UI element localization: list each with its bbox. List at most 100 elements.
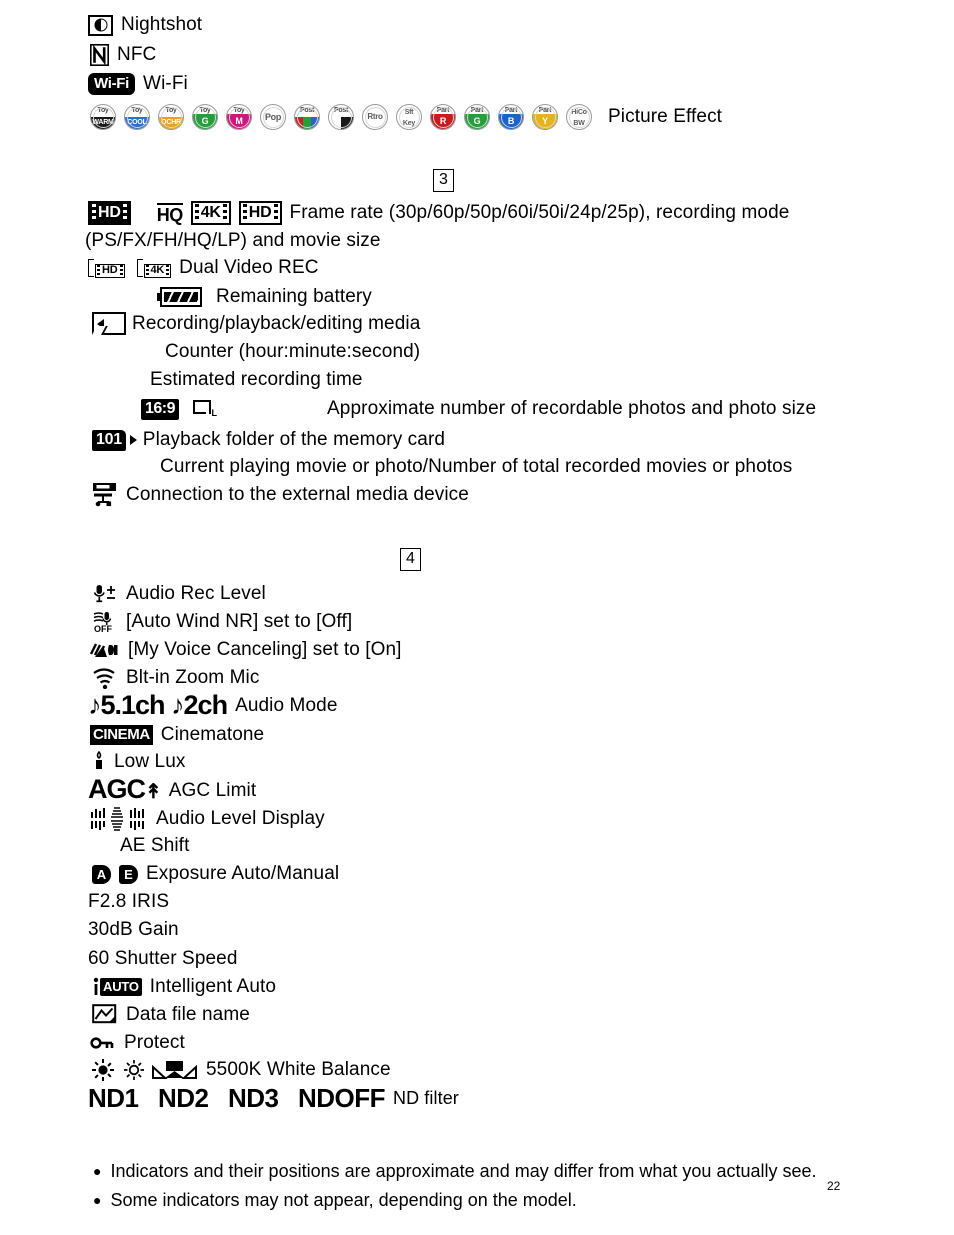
audio-mode-row: ♪5.1ch ♪2ch Audio Mode (88, 692, 337, 719)
picture-effect-chip-toy-ochre: Toy OCHR (158, 104, 184, 130)
nfc-label: NFC (117, 44, 157, 65)
exposure-auto-icon: A (92, 864, 111, 884)
ae-shift-row: AE Shift (120, 835, 189, 857)
picture-effect-chip-partial-color-blue: Part B (498, 104, 524, 130)
ndoff-value: NDOFF (297, 1083, 386, 1113)
playback-folder-row: 101 Playback folder of the memory card (92, 429, 445, 451)
nd-filter-label: ND filter (393, 1088, 459, 1108)
white-balance-label: 5500K White Balance (206, 1059, 391, 1080)
estimated-recording-time-label: Estimated recording time (150, 369, 363, 390)
ae-shift-label: AE Shift (120, 835, 190, 856)
recording-media-label: Recording/playback/editing media (132, 312, 421, 334)
auto-wind-nr-label: [Auto Wind NR] set to [Off] (126, 611, 353, 632)
frame-rate-label-line1: Frame rate (30p/60p/50p/60i/50i/24p/25p)… (289, 202, 790, 223)
indicator-row-nfc: NFC (90, 44, 156, 66)
audio-rec-level-row: Audio Rec Level (93, 583, 266, 605)
gain-label: 30dB Gain (88, 919, 179, 940)
folder-arrow-icon (129, 435, 137, 445)
audio-level-display-icon (90, 806, 148, 832)
4k-film-icon: 4K (190, 201, 231, 225)
note-item-1: ● Indicators and their positions are app… (93, 1160, 817, 1182)
note-1-text: Indicators and their positions are appro… (110, 1161, 817, 1181)
audio-rec-level-label: Audio Rec Level (126, 583, 266, 604)
intelligent-auto-i-icon (92, 977, 100, 997)
picture-effect-label: Picture Effect (608, 106, 723, 127)
remaining-battery-row: Remaining battery (157, 286, 372, 308)
note-2-text: Some indicators may not appear, dependin… (110, 1190, 577, 1210)
data-file-name-label: Data file name (126, 1004, 250, 1025)
dual-rec-4k-icon: 4K (136, 258, 172, 278)
picture-effect-chip-partial-color-red: Part R (430, 104, 456, 130)
audio-level-display-label: Audio Level Display (156, 808, 325, 829)
audio-mode-label: Audio Mode (235, 694, 338, 716)
picture-effect-chip-toy-warm: Toy WARM (90, 104, 116, 130)
auto-wind-nr-row: OFF [Auto Wind NR] set to [Off] (93, 611, 352, 633)
shutter-speed-label: 60 Shutter Speed (88, 948, 238, 969)
picture-effect-chip-toy-green: Toy G (192, 104, 218, 130)
page-number: 22 (827, 1179, 841, 1193)
protect-icon (90, 1034, 118, 1052)
agc-limit-row: AGC↟ AGC Limit (88, 776, 256, 806)
intelligent-auto-icon: AUTO (100, 978, 142, 996)
nightshot-icon (88, 14, 113, 36)
dual-video-rec-row: HD 4K Dual Video REC (88, 257, 319, 279)
picture-effect-chip-partial-color-green: Part G (464, 104, 490, 130)
picture-effect-chip-retro-photo: Rtro (362, 104, 388, 130)
frame-rate-label-line2: (PS/FX/FH/HQ/LP) and movie size (85, 230, 381, 251)
agc-limit-icon: AGC↟ (88, 774, 162, 804)
iris-row: F2.8 IRIS (88, 891, 169, 913)
frame-rate-row-line2: (PS/FX/FH/HQ/LP) and movie size (85, 230, 381, 252)
indicator-row-nightshot: Nightshot (88, 14, 202, 36)
wifi-label: Wi-Fi (143, 73, 188, 94)
external-media-device-icon (92, 482, 120, 508)
battery-icon (157, 287, 202, 307)
recording-media-row: Recording/playback/editing media (92, 312, 420, 335)
nfc-icon (90, 44, 109, 66)
nd3-value: ND3 (227, 1083, 279, 1113)
picture-effect-chip-high-contrast-mono: HiCo BW (566, 104, 592, 130)
photo-info-label: Approximate number of recordable photos … (327, 398, 817, 419)
built-in-zoom-mic-label: Blt-in Zoom Mic (126, 667, 260, 688)
intelligent-auto-row: AUTO Intelligent Auto (92, 976, 276, 998)
exposure-manual-icon: E (119, 864, 138, 884)
white-balance-outdoor-icon (122, 1058, 146, 1082)
shutter-speed-row: 60 Shutter Speed (88, 948, 238, 970)
photo-size-icon: L (193, 399, 217, 419)
mic-plus-icon (93, 584, 118, 604)
low-lux-row: Low Lux (92, 751, 185, 773)
picture-effect-chip-soft-high-key: Sft Key (396, 104, 422, 130)
counter-row: Counter (hour:minute:second) (165, 341, 420, 363)
external-media-row: Connection to the external media device (92, 482, 469, 508)
intelligent-auto-label: Intelligent Auto (149, 976, 277, 997)
current-playing-row: Current playing movie or photo/Number of… (160, 456, 792, 478)
bullet-icon: ● (93, 1192, 102, 1208)
picture-effect-chip-toy-magenta: Toy M (226, 104, 252, 130)
hd-inverted-icon: HD (88, 201, 131, 225)
picture-effect-row: Toy WARM Toy COOL Toy OCHR Toy G Toy M P… (90, 104, 722, 130)
nd-filter-row: ND1 ND2 ND3 NDOFF ND filter (88, 1085, 459, 1111)
iris-label: F2.8 IRIS (88, 891, 170, 912)
data-file-name-row: Data file name (92, 1004, 250, 1026)
cinematone-label: Cinematone (160, 724, 265, 745)
svg-text:OFF: OFF (94, 624, 112, 633)
picture-effect-chip-posterization-bw: Post (328, 104, 354, 130)
white-balance-sun-icon (90, 1058, 116, 1082)
exposure-auto-manual-row: A E Exposure Auto/Manual (92, 863, 339, 885)
estimated-recording-time-row: Estimated recording time (150, 369, 363, 391)
section-number-3: 3 (433, 169, 454, 192)
audio-mode-icon: ♪5.1ch ♪2ch (88, 690, 228, 720)
nightshot-label: Nightshot (121, 14, 203, 35)
manual-page: Nightshot NFC Wi-Fi Wi-Fi Toy WARM Toy C… (0, 0, 954, 1235)
dual-video-rec-label: Dual Video REC (179, 257, 319, 278)
external-media-label: Connection to the external media device (126, 484, 469, 505)
my-voice-canceling-label: [My Voice Canceling] set to [On] (128, 639, 402, 660)
auto-wind-nr-off-icon: OFF (93, 611, 118, 633)
protect-row: Protect (90, 1032, 185, 1054)
cinematone-row: CINEMA Cinematone (90, 724, 264, 746)
built-in-zoom-mic-icon (92, 667, 118, 689)
white-balance-onepush-icon (152, 1058, 198, 1082)
note-item-2: ● Some indicators may not appear, depend… (93, 1189, 577, 1211)
exposure-auto-manual-label: Exposure Auto/Manual (146, 863, 340, 884)
section-number-4: 4 (400, 548, 421, 571)
counter-label: Counter (hour:minute:second) (165, 341, 421, 362)
